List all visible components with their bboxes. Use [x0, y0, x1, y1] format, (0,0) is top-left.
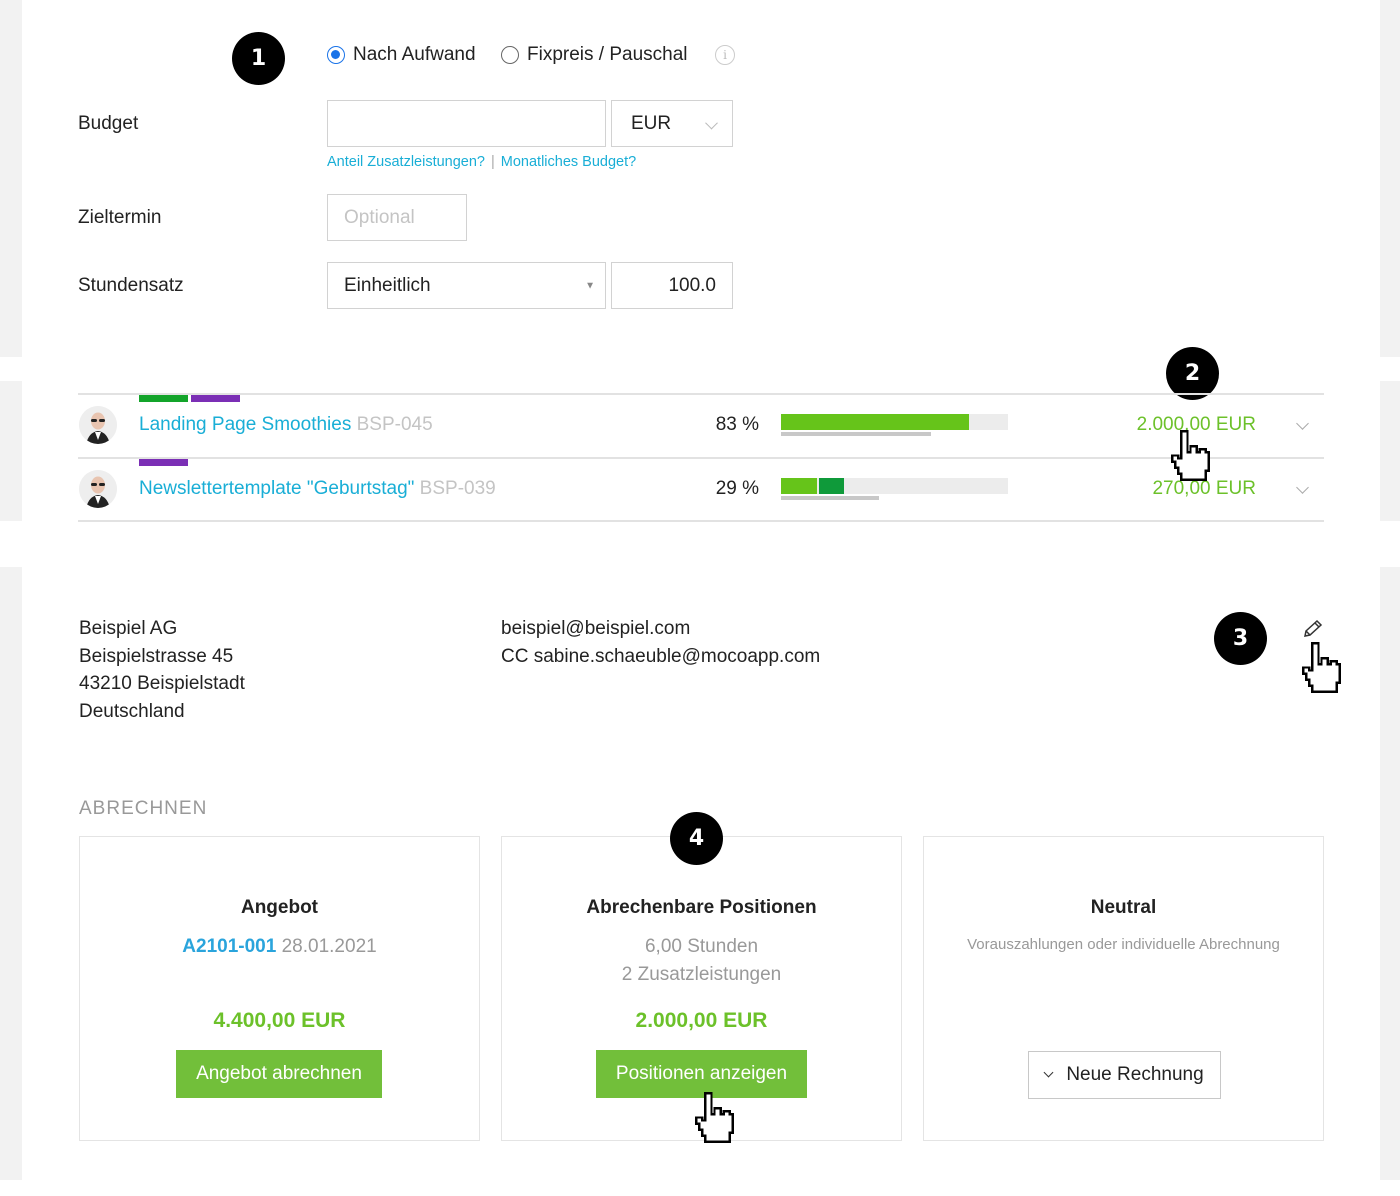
address-line: Deutschland — [79, 700, 185, 722]
divider — [78, 520, 1324, 522]
currency-select[interactable]: EUR — [611, 100, 733, 147]
progress-secondary-bar — [781, 432, 931, 436]
link-anteil-zusatzleistungen[interactable]: Anteil Zusatzleistungen? — [327, 154, 485, 170]
radio-unchecked-icon — [501, 46, 519, 64]
callout-badge-3: 3 — [1214, 612, 1267, 665]
button-label: Neue Rechnung — [1066, 1064, 1204, 1085]
expand-chevron-icon[interactable] — [1296, 481, 1309, 494]
offer-reference: A2101-001 28.01.2021 — [80, 933, 479, 961]
link-monatliches-budget[interactable]: Monatliches Budget? — [501, 154, 636, 170]
avatar — [79, 406, 117, 444]
hourly-rate-label: Stundensatz — [78, 275, 184, 296]
budget-links: Anteil Zusatzleistungen? | Monatliches Bud… — [327, 154, 636, 170]
angebot-abrechnen-button[interactable]: Angebot abrechnen — [176, 1050, 382, 1098]
card-title: Angebot — [240, 897, 319, 918]
customer-address: Beispiel AG Beispielstrasse 45 43210 Bei… — [79, 615, 245, 725]
address-line: Beispielstrasse 45 — [79, 645, 234, 667]
project-tag — [139, 459, 188, 466]
callout-badge-1: 1 — [232, 32, 285, 85]
right-page-margin — [1380, 567, 1400, 1180]
radio-checked-icon — [327, 46, 345, 64]
progress-fill-segment — [781, 414, 969, 430]
radio-fixpreis-pauschal[interactable]: Fixpreis / Pauschal — [501, 44, 688, 66]
card-amount: 4.400,00 EUR — [213, 1009, 346, 1032]
currency-value: EUR — [631, 112, 672, 134]
offer-date: 28.01.2021 — [281, 936, 377, 957]
positionen-anzeigen-button[interactable]: Positionen anzeigen — [596, 1050, 807, 1098]
left-page-margin — [0, 381, 22, 521]
email-line: beispiel@beispiel.com — [501, 618, 691, 639]
extras-line: 2 Zusatzleistungen — [621, 964, 782, 985]
hours-line: 6,00 Stunden — [644, 936, 759, 957]
chevron-down-icon — [705, 116, 718, 129]
radio-label: Fixpreis / Pauschal — [527, 44, 688, 65]
callout-badge-4: 4 — [670, 812, 723, 865]
progress-secondary-bar — [781, 496, 879, 500]
project-amount: 270,00 EUR — [1152, 478, 1256, 499]
address-line: 43210 Beispielstadt — [79, 673, 245, 694]
divider — [78, 457, 1324, 459]
progress-bar — [781, 414, 1008, 430]
chevron-down-icon — [1043, 1067, 1054, 1078]
project-name-link[interactable]: Newslettertemplate "Geburtstag" — [139, 478, 414, 499]
progress-percent: 83 % — [715, 414, 759, 435]
progress-bar — [781, 478, 1008, 494]
avatar — [79, 470, 117, 508]
link-separator: | — [491, 154, 495, 170]
project-title: Landing Page Smoothies BSP-045 — [139, 414, 433, 436]
hourly-rate-mode-select[interactable]: Einheitlich ▼ — [327, 262, 606, 309]
card-details: 6,00 Stunden 2 Zusatzleistungen — [502, 933, 901, 989]
deadline-label: Zieltermin — [78, 207, 162, 228]
card-amount: 2.000,00 EUR — [635, 1009, 768, 1032]
billing-card-neutral: Neutral Vorauszahlungen oder individuell… — [923, 836, 1324, 1141]
right-page-margin — [1380, 381, 1400, 521]
billing-card-angebot: Angebot A2101-001 28.01.2021 4.400,00 EU… — [79, 836, 480, 1141]
hourly-rate-mode-value: Einheitlich — [344, 274, 431, 296]
project-code: BSP-045 — [356, 414, 433, 435]
project-tag — [191, 395, 240, 402]
email-cc-line: CC sabine.schaeuble@mocoapp.com — [501, 645, 821, 667]
progress-percent: 29 % — [715, 478, 759, 499]
left-page-margin — [0, 567, 22, 1180]
hand-cursor-icon — [1301, 641, 1342, 694]
budget-input[interactable] — [327, 100, 606, 147]
neue-rechnung-dropdown-button[interactable]: Neue Rechnung — [1028, 1051, 1221, 1099]
card-title: Abrechenbare Positionen — [586, 897, 817, 918]
card-description: Vorauszahlungen oder individuelle Abrech… — [967, 936, 1280, 953]
project-title: Newslettertemplate "Geburtstag" BSP-039 — [139, 478, 496, 500]
offer-number-link[interactable]: A2101-001 — [182, 936, 276, 957]
progress-fill-segment — [819, 478, 844, 494]
project-tag — [139, 395, 188, 402]
project-name-link[interactable]: Landing Page Smoothies — [139, 414, 351, 435]
address-line: Beispiel AG — [79, 618, 178, 639]
expand-chevron-icon[interactable] — [1296, 417, 1309, 430]
project-amount: 2.000,00 EUR — [1136, 414, 1256, 435]
hourly-rate-input[interactable]: 100.0 — [611, 262, 733, 309]
section-title-abrechnen: ABRECHNEN — [79, 798, 208, 819]
radio-nach-aufwand[interactable]: Nach Aufwand — [327, 44, 476, 66]
billing-card-positionen: Abrechenbare Positionen 6,00 Stunden 2 Z… — [501, 836, 902, 1141]
edit-pencil-icon[interactable] — [1302, 619, 1324, 639]
card-title: Neutral — [1090, 897, 1157, 918]
divider — [78, 393, 1324, 395]
left-page-margin — [0, 0, 22, 357]
project-code: BSP-039 — [419, 478, 496, 499]
caret-down-icon: ▼ — [585, 280, 595, 291]
info-icon[interactable]: i — [715, 45, 735, 65]
radio-label: Nach Aufwand — [353, 44, 476, 65]
progress-fill-segment — [781, 478, 817, 494]
right-page-margin — [1380, 0, 1400, 357]
customer-emails: beispiel@beispiel.com CC sabine.schaeubl… — [501, 615, 820, 670]
budget-label: Budget — [78, 113, 139, 134]
deadline-input[interactable]: Optional — [327, 194, 467, 241]
